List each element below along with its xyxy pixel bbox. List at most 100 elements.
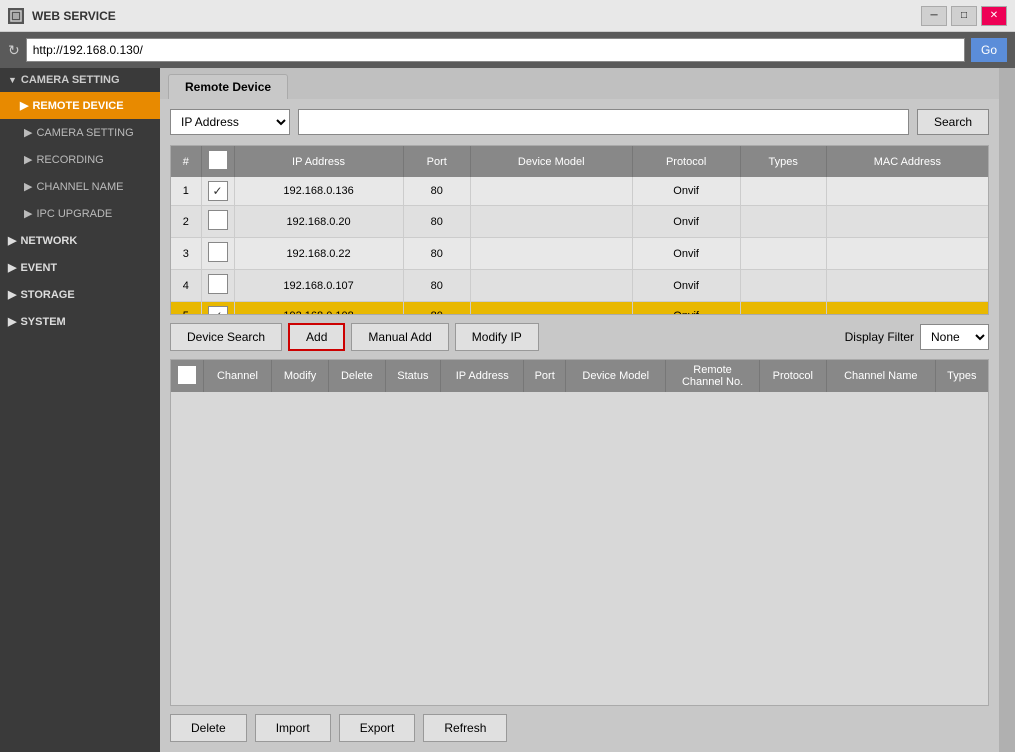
col-protocol: Protocol	[632, 146, 740, 177]
cell-ip: 192.168.0.22	[234, 238, 403, 270]
row-checkbox[interactable]	[208, 274, 228, 294]
window-controls: ─ □ ✕	[921, 6, 1007, 26]
sidebar-item-channel-name[interactable]: ▶ CHANNEL NAME	[0, 173, 160, 200]
display-filter-select[interactable]: None All Online Offline	[920, 324, 989, 350]
refresh-icon[interactable]: ↻	[8, 42, 20, 59]
cell-check[interactable]	[201, 270, 234, 302]
device-table-wrap: # IP Address Port Device Model Protocol …	[170, 145, 989, 315]
sidebar-label-system: SYSTEM	[20, 316, 65, 328]
sidebar-arrow-camera: ▶	[24, 126, 32, 139]
sidebar-group-event[interactable]: ▶ EVENT	[0, 254, 160, 281]
table-row[interactable]: 1 192.168.0.136 80 Onvif	[171, 177, 988, 206]
sidebar-arrow-remote: ▶	[20, 99, 28, 112]
ch-col-modify: Modify	[271, 360, 328, 392]
sidebar-arrow-ipc: ▶	[24, 207, 32, 220]
sidebar-label-storage: STORAGE	[20, 289, 74, 301]
cell-port: 80	[403, 270, 470, 302]
modify-ip-button[interactable]: Modify IP	[455, 323, 539, 351]
sidebar-group-system[interactable]: ▶ SYSTEM	[0, 308, 160, 335]
cell-check[interactable]	[201, 177, 234, 206]
sidebar-item-ipc-upgrade[interactable]: ▶ IPC UPGRADE	[0, 200, 160, 227]
cell-types	[740, 238, 826, 270]
sidebar-label-channel: CHANNEL NAME	[36, 181, 123, 193]
row-checkbox[interactable]	[208, 306, 228, 315]
filter-bar: IP Address Device Model MAC Address Sear…	[170, 109, 989, 135]
sidebar-section-header: ▼ CAMERA SETTING	[0, 68, 160, 92]
display-filter-label: Display Filter	[845, 330, 914, 344]
panel: IP Address Device Model MAC Address Sear…	[160, 99, 999, 752]
export-button[interactable]: Export	[339, 714, 416, 742]
row-checkbox[interactable]	[208, 242, 228, 262]
right-scrollbar[interactable]	[999, 68, 1015, 752]
import-button[interactable]: Import	[255, 714, 331, 742]
address-bar: ↻ Go	[0, 32, 1015, 68]
row-checkbox[interactable]	[208, 210, 228, 230]
restore-button[interactable]: □	[951, 6, 977, 26]
sidebar-item-recording[interactable]: ▶ RECORDING	[0, 146, 160, 173]
channel-select-all[interactable]	[177, 365, 197, 385]
cell-ip: 192.168.0.107	[234, 270, 403, 302]
channel-table-header: Channel Modify Delete Status IP Address …	[171, 360, 988, 392]
cell-num: 5	[171, 302, 201, 316]
address-input[interactable]	[26, 38, 965, 62]
cell-types	[740, 177, 826, 206]
delete-button[interactable]: Delete	[170, 714, 247, 742]
device-search-button[interactable]: Device Search	[170, 323, 282, 351]
cell-port: 80	[403, 206, 470, 238]
sidebar-label-remote: REMOTE DEVICE	[32, 100, 123, 112]
refresh-button[interactable]: Refresh	[423, 714, 507, 742]
display-filter: Display Filter None All Online Offline	[845, 324, 989, 350]
col-types: Types	[740, 146, 826, 177]
cell-num: 1	[171, 177, 201, 206]
ch-col-model: Device Model	[566, 360, 666, 392]
select-all-checkbox[interactable]	[208, 150, 228, 170]
cell-protocol: Onvif	[632, 177, 740, 206]
channel-table: Channel Modify Delete Status IP Address …	[171, 360, 988, 392]
minimize-button[interactable]: ─	[921, 6, 947, 26]
ch-col-ip: IP Address	[441, 360, 524, 392]
cell-mac	[826, 206, 988, 238]
search-button[interactable]: Search	[917, 109, 989, 135]
device-table-header: # IP Address Port Device Model Protocol …	[171, 146, 988, 177]
cell-check[interactable]	[201, 206, 234, 238]
cell-check[interactable]	[201, 302, 234, 316]
tab-bar: Remote Device	[160, 68, 999, 99]
table-row[interactable]: 3 192.168.0.22 80 Onvif	[171, 238, 988, 270]
ch-col-protocol: Protocol	[759, 360, 826, 392]
table-row[interactable]: 2 192.168.0.20 80 Onvif	[171, 206, 988, 238]
ch-col-delete: Delete	[329, 360, 385, 392]
cell-model	[470, 177, 632, 206]
table-row[interactable]: 5 192.168.0.108 80 Onvif	[171, 302, 988, 316]
col-port: Port	[403, 146, 470, 177]
ch-col-name: Channel Name	[826, 360, 935, 392]
tab-remote-device[interactable]: Remote Device	[168, 74, 288, 99]
add-button[interactable]: Add	[288, 323, 345, 351]
sidebar-item-remote-device[interactable]: ▶ REMOTE DEVICE	[0, 92, 160, 119]
col-num: #	[171, 146, 201, 177]
cell-port: 80	[403, 238, 470, 270]
sidebar: ▼ CAMERA SETTING ▶ REMOTE DEVICE ▶ CAMER…	[0, 68, 160, 752]
sidebar-label-recording: RECORDING	[36, 154, 103, 166]
table-row[interactable]: 4 192.168.0.107 80 Onvif	[171, 270, 988, 302]
filter-select[interactable]: IP Address Device Model MAC Address	[170, 109, 290, 135]
go-button[interactable]: Go	[971, 38, 1007, 62]
cell-model	[470, 206, 632, 238]
device-table: # IP Address Port Device Model Protocol …	[171, 146, 988, 315]
title-bar: WEB SERVICE ─ □ ✕	[0, 0, 1015, 32]
row-checkbox[interactable]	[208, 181, 228, 201]
device-table-body: 1 192.168.0.136 80 Onvif 2 192.168.0.20 …	[171, 177, 988, 315]
cell-protocol: Onvif	[632, 302, 740, 316]
filter-input[interactable]	[298, 109, 909, 135]
cell-mac	[826, 238, 988, 270]
app-title: WEB SERVICE	[32, 9, 921, 23]
channel-table-wrap: Channel Modify Delete Status IP Address …	[170, 359, 989, 706]
manual-add-button[interactable]: Manual Add	[351, 323, 448, 351]
sidebar-section-label: CAMERA SETTING	[21, 74, 120, 86]
section-arrow: ▼	[8, 75, 17, 85]
sidebar-item-camera-setting[interactable]: ▶ CAMERA SETTING	[0, 119, 160, 146]
cell-check[interactable]	[201, 238, 234, 270]
close-button[interactable]: ✕	[981, 6, 1007, 26]
sidebar-group-network[interactable]: ▶ NETWORK	[0, 227, 160, 254]
cell-model	[470, 238, 632, 270]
sidebar-group-storage[interactable]: ▶ STORAGE	[0, 281, 160, 308]
